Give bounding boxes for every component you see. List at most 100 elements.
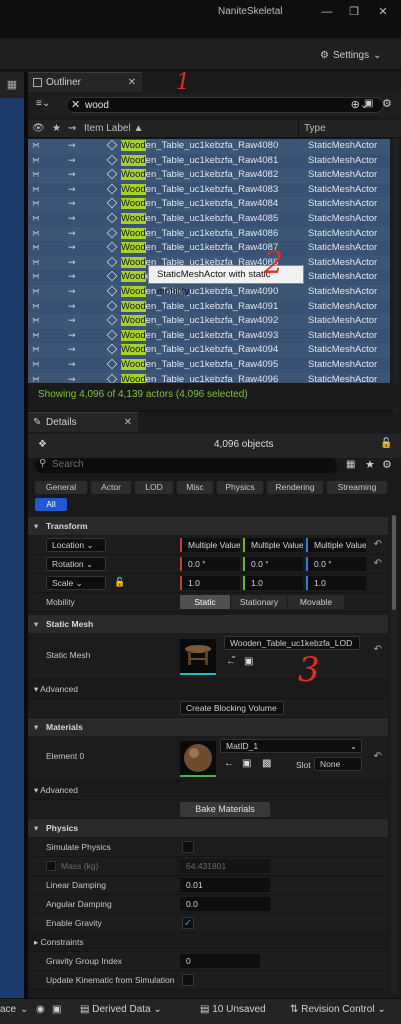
- bake-materials-button[interactable]: Bake Materials: [180, 802, 270, 817]
- star-icon[interactable]: ★: [52, 123, 61, 134]
- browse-icon[interactable]: ←: [224, 758, 234, 769]
- section-physics[interactable]: Physics: [28, 819, 388, 837]
- visibility-icon[interactable]: 👁: [32, 123, 45, 134]
- minimize-icon[interactable]: —: [316, 4, 338, 20]
- filter-streaming[interactable]: Streaming: [327, 481, 387, 494]
- star-icon[interactable]: ★: [365, 458, 375, 471]
- location-z[interactable]: Multiple Values: [306, 538, 366, 552]
- section-static-mesh[interactable]: Static Mesh: [28, 615, 388, 633]
- table-row[interactable]: ∺ ⇝ Wooden_Table_uc1kebzfa_Raw4082 StaticMe…: [28, 168, 390, 183]
- rotation-z[interactable]: 0.0 °: [306, 557, 366, 571]
- pin-icon[interactable]: ⇝: [68, 198, 76, 209]
- left-fragment[interactable]: ace: [0, 1004, 16, 1015]
- pin-icon[interactable]: ⇝: [68, 330, 76, 341]
- table-row[interactable]: ∺ ⇝ Wooden_Table_uc1kebzfa_Raw4083 StaticMe…: [28, 182, 390, 198]
- pin-icon[interactable]: ⇝: [68, 184, 76, 195]
- pin-icon[interactable]: ⇝: [68, 359, 76, 370]
- constraints-row[interactable]: ▸ Constraints: [28, 933, 388, 952]
- angular-damping-field[interactable]: 0.0: [180, 897, 270, 911]
- table-row[interactable]: ∺ ⇝ Wooden_Table_uc1kebzfa_Raw4087 StaticMe…: [28, 241, 390, 256]
- scroll-thumb[interactable]: [392, 515, 396, 610]
- table-row[interactable]: ∺ ⇝ Wooden_Table_uc1kebzfa_Raw4085 StaticMe…: [28, 211, 390, 227]
- clear-search-icon[interactable]: ✕: [71, 98, 80, 111]
- close-tab-icon[interactable]: ✕: [124, 413, 132, 433]
- visibility-icon[interactable]: ∺: [32, 155, 40, 166]
- find-in-browser-icon[interactable]: ▣: [242, 758, 251, 769]
- visibility-icon[interactable]: ∺: [32, 198, 40, 209]
- grid-view-icon[interactable]: ▦: [346, 459, 355, 470]
- table-row[interactable]: ∺ ⇝ Wooden_Table_uc1kebzfa_Raw4086 StaticMe…: [28, 226, 390, 242]
- browse-icon[interactable]: ←: [226, 656, 236, 667]
- visibility-icon[interactable]: ∺: [32, 169, 40, 180]
- filter-all[interactable]: All: [35, 498, 67, 511]
- mobility-static[interactable]: Static: [180, 595, 230, 609]
- section-transform[interactable]: Transform: [28, 517, 388, 535]
- visibility-icon[interactable]: ∺: [32, 301, 40, 312]
- filter-general[interactable]: General: [35, 481, 87, 494]
- restore-icon[interactable]: ❐: [343, 4, 365, 20]
- reset-icon[interactable]: ↶: [374, 644, 382, 655]
- outliner-search-input[interactable]: ✕ wood ⊕⌄: [66, 97, 384, 113]
- details-settings-icon[interactable]: ⚙: [382, 458, 392, 471]
- lock-icon[interactable]: 🔓: [380, 438, 392, 449]
- filter-icon[interactable]: ≡⌄: [36, 98, 50, 109]
- images-icon[interactable]: ▣: [52, 1004, 61, 1015]
- visibility-icon[interactable]: ∺: [32, 228, 40, 239]
- pin-icon[interactable]: ⇝: [68, 344, 76, 355]
- table-row[interactable]: ∺ ⇝ Wooden_Table_uc1kebzfa_Raw4093 StaticMe…: [28, 328, 390, 344]
- visibility-icon[interactable]: ∺: [32, 344, 40, 355]
- filter-misc[interactable]: Misc: [177, 481, 213, 494]
- filter-lod[interactable]: LOD: [135, 481, 173, 494]
- section-materials[interactable]: Materials: [28, 718, 388, 736]
- create-blocking-volume-dropdown[interactable]: Create Blocking Volume ⌄: [180, 701, 284, 725]
- pin-header-icon[interactable]: ⇝: [68, 123, 76, 134]
- reset-icon[interactable]: ↶: [374, 558, 382, 569]
- update-kinematic-checkbox[interactable]: [182, 974, 194, 986]
- filter-actor[interactable]: Actor: [91, 481, 131, 494]
- pin-icon[interactable]: ⇝: [68, 257, 76, 268]
- mass-override-checkbox[interactable]: [46, 861, 56, 871]
- pin-icon[interactable]: ⇝: [68, 286, 76, 297]
- tab-outliner[interactable]: Outliner ✕: [28, 72, 142, 92]
- pin-icon[interactable]: ⇝: [68, 271, 76, 282]
- pin-icon[interactable]: ⇝: [68, 140, 76, 151]
- camera-icon[interactable]: ◉: [36, 1004, 45, 1015]
- simulate-physics-checkbox[interactable]: [182, 841, 194, 853]
- scale-y[interactable]: 1.0: [243, 576, 303, 590]
- visibility-icon[interactable]: ∺: [32, 140, 40, 151]
- material-dropdown[interactable]: MatID_1 ⌄: [220, 739, 362, 753]
- close-tab-icon[interactable]: ✕: [128, 73, 136, 93]
- visibility-icon[interactable]: ∺: [32, 242, 40, 253]
- visibility-icon[interactable]: ∺: [32, 257, 40, 268]
- mesh-thumbnail[interactable]: [180, 639, 216, 675]
- linear-damping-field[interactable]: 0.01: [180, 878, 270, 892]
- location-x[interactable]: Multiple Values: [180, 538, 240, 552]
- output-log-icon[interactable]: ⌄: [20, 1004, 28, 1015]
- advanced-mesh-row[interactable]: ▾ Advanced: [28, 680, 388, 699]
- close-icon[interactable]: ✕: [372, 4, 394, 20]
- new-folder-icon[interactable]: ▣: [364, 98, 373, 109]
- visibility-icon[interactable]: ∺: [32, 213, 40, 224]
- scale-dropdown[interactable]: Scale ⌄: [46, 576, 106, 590]
- advanced-materials-row[interactable]: ▾ Advanced: [28, 781, 388, 800]
- scale-x[interactable]: 1.0: [180, 576, 240, 590]
- outliner-settings-icon[interactable]: ⚙: [382, 97, 392, 110]
- visibility-icon[interactable]: ∺: [32, 315, 40, 326]
- reset-icon[interactable]: ↶: [374, 751, 382, 762]
- pin-icon[interactable]: ⇝: [68, 315, 76, 326]
- table-row[interactable]: ∺ ⇝ Wooden_Table_uc1kebzfa_Raw4084 StaticMe…: [28, 197, 390, 212]
- outliner-scrollbar[interactable]: [393, 139, 399, 455]
- mobility-stationary[interactable]: Stationary: [231, 595, 287, 609]
- col-type[interactable]: Type: [304, 123, 326, 134]
- visibility-icon[interactable]: ∺: [32, 286, 40, 297]
- table-row[interactable]: ∺ ⇝ Wooden_Table_uc1kebzfa_Raw4094 StaticMe…: [28, 343, 390, 358]
- find-in-browser-icon[interactable]: ▣: [244, 656, 253, 667]
- filter-physics[interactable]: Physics: [217, 481, 263, 494]
- tab-details[interactable]: ✎ Details ✕: [28, 412, 138, 432]
- filter-rendering[interactable]: Rendering: [267, 481, 323, 494]
- pin-icon[interactable]: ⇝: [68, 155, 76, 166]
- slot-field[interactable]: None: [314, 757, 362, 771]
- table-row[interactable]: ∺ ⇝ Wooden_Table_uc1kebzfa_Raw4091 StaticMe…: [28, 299, 390, 315]
- unsaved-button[interactable]: ▤ 10 Unsaved: [200, 1004, 266, 1015]
- layout-icon[interactable]: ▦: [0, 72, 24, 98]
